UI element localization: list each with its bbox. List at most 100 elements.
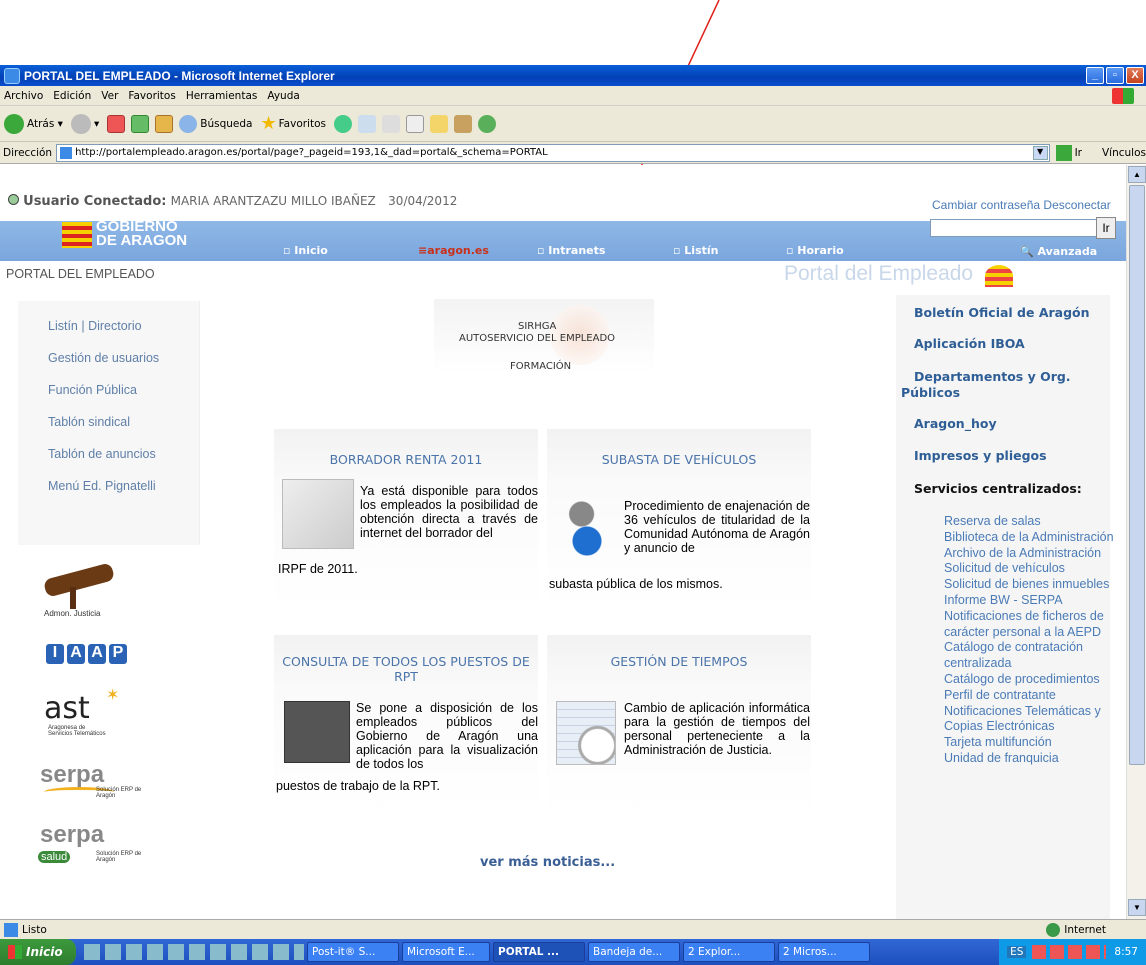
ast-logo[interactable]: ast ✶ Aragonesa de Servicios Telemáticos	[44, 685, 144, 745]
system-tray: ES 8:57	[999, 939, 1146, 965]
nav-inicio[interactable]: ▫ Inicio	[283, 244, 328, 257]
justicia-logo[interactable]: Admon. Justicia	[30, 562, 140, 623]
more-news-link[interactable]: ver más noticias...	[480, 855, 615, 870]
menu-edicion[interactable]: Edición	[53, 90, 91, 102]
favorites-button[interactable]: ★ Favoritos	[260, 113, 326, 134]
left-link-tablon-anuncios[interactable]: Tablón de anuncios	[48, 447, 156, 461]
service-biblioteca[interactable]: Biblioteca de la Administración	[944, 530, 1114, 546]
right-link-boletin[interactable]: Boletín Oficial de Aragón	[914, 305, 1090, 320]
news-title-rpt[interactable]: CONSULTA DE TODOS LOS PUESTOS DE RPT	[274, 654, 538, 684]
nav-listin[interactable]: ▫ Listín	[673, 244, 718, 257]
messenger-icon[interactable]	[478, 114, 496, 133]
formacion-link[interactable]: FORMACIÓN	[510, 361, 571, 372]
service-notificaciones-aepd[interactable]: Notificaciones de ficheros de carácter p…	[944, 609, 1114, 641]
history-icon[interactable]	[334, 114, 352, 133]
right-link-departamentos-cont[interactable]: Públicos	[901, 385, 960, 400]
globe-icon	[1046, 922, 1061, 937]
left-link-listin[interactable]: Listín | Directorio	[48, 319, 142, 333]
nav-intranets[interactable]: ▫ Intranets	[537, 244, 605, 257]
service-notificaciones-telematicas[interactable]: Notificaciones Telemáticas y Copias Elec…	[944, 704, 1114, 736]
serpa-logo[interactable]: serpa Solución ERP de Aragón	[36, 761, 156, 809]
language-indicator[interactable]: ES	[1007, 946, 1027, 958]
service-tarjeta-multifuncion[interactable]: Tarjeta multifunción	[944, 735, 1114, 751]
task-explorer[interactable]: 2 Explor...	[683, 942, 775, 962]
print-icon[interactable]	[382, 114, 400, 133]
menu-bar: Archivo Edición Ver Favoritos Herramient…	[0, 86, 1146, 106]
close-button[interactable]: X	[1126, 67, 1144, 84]
tray-icons[interactable]	[1032, 945, 1107, 959]
right-link-iboa[interactable]: Aplicación IBOA	[914, 336, 1025, 351]
address-dropdown-icon[interactable]: ▼	[1032, 145, 1048, 160]
iaap-logo[interactable]: I A A P	[46, 644, 127, 664]
start-button[interactable]: Inicio	[0, 939, 76, 965]
left-link-funcion-publica[interactable]: Función Pública	[48, 383, 137, 397]
news-title-tiempos[interactable]: GESTIÓN DE TIEMPOS	[547, 654, 811, 669]
search-input[interactable]	[930, 219, 1106, 237]
user-label: Usuario Conectado:	[23, 194, 167, 209]
right-link-departamentos[interactable]: Departamentos y Org.	[914, 369, 1071, 384]
mail-icon[interactable]	[358, 114, 376, 133]
sirhga-link[interactable]: SIRHGA	[518, 321, 556, 332]
scroll-up-icon[interactable]: ▲	[1128, 166, 1146, 183]
portal-watermark: Portal del Empleado	[784, 262, 974, 285]
scroll-down-icon[interactable]: ▼	[1128, 899, 1146, 916]
folder-icon[interactable]	[430, 114, 448, 133]
task-word[interactable]: 2 Micros...	[778, 942, 870, 962]
refresh-icon[interactable]	[131, 114, 150, 133]
account-links: Cambiar contraseña Desconectar	[932, 198, 1111, 212]
left-link-tablon-sindical[interactable]: Tablón sindical	[48, 415, 130, 429]
aragon-flag-icon	[985, 265, 1013, 287]
home-icon[interactable]	[155, 114, 174, 133]
task-postit[interactable]: Post-it® S...	[307, 942, 399, 962]
back-button[interactable]: Atrás ▾	[4, 113, 63, 134]
news-title-subasta[interactable]: SUBASTA DE VEHÍCULOS	[547, 452, 811, 467]
service-catalogo-procedimientos[interactable]: Catálogo de procedimientos	[944, 672, 1114, 688]
maximize-button[interactable]: ▫	[1106, 67, 1124, 84]
status-dot-icon	[8, 194, 19, 205]
puzzle-icon	[284, 701, 350, 763]
menu-ayuda[interactable]: Ayuda	[267, 90, 299, 102]
service-perfil-contratante[interactable]: Perfil de contratante	[944, 688, 1114, 704]
menu-ver[interactable]: Ver	[101, 90, 118, 102]
menu-favoritos[interactable]: Favoritos	[128, 90, 175, 102]
logout-link[interactable]: Desconectar	[1043, 198, 1110, 212]
search-button[interactable]: Búsqueda	[179, 114, 252, 133]
menu-archivo[interactable]: Archivo	[4, 90, 43, 102]
minimize-button[interactable]: _	[1086, 67, 1104, 84]
stop-icon[interactable]	[107, 114, 126, 133]
left-link-menu-pignatelli[interactable]: Menú Ed. Pignatelli	[48, 479, 156, 493]
service-bienes-inmuebles[interactable]: Solicitud de bienes inmuebles	[944, 577, 1114, 593]
service-reserva-salas[interactable]: Reserva de salas	[944, 514, 1114, 530]
task-microsoft-excel[interactable]: Microsoft E...	[402, 942, 490, 962]
menu-herramientas[interactable]: Herramientas	[186, 90, 258, 102]
service-unidad-franquicia[interactable]: Unidad de franquicia	[944, 751, 1114, 767]
task-bandeja[interactable]: Bandeja de...	[588, 942, 680, 962]
links-label[interactable]: Vínculos	[1102, 147, 1146, 159]
forward-button[interactable]: ▾	[70, 113, 99, 134]
right-link-impresos[interactable]: Impresos y pliegos	[914, 448, 1047, 463]
change-password-link[interactable]: Cambiar contraseña	[932, 198, 1040, 212]
go-button[interactable]: Ir	[1055, 144, 1082, 161]
news-title-renta[interactable]: BORRADOR RENTA 2011	[274, 452, 538, 467]
advanced-search-link[interactable]: 🔍 Avanzada	[1020, 245, 1097, 258]
autoservicio-link[interactable]: AUTOSERVICIO DEL EMPLEADO	[459, 333, 615, 344]
left-link-usuarios[interactable]: Gestión de usuarios	[48, 351, 159, 365]
address-input[interactable]: http://portalempleado.aragon.es/portal/p…	[56, 143, 1050, 162]
service-vehiculos[interactable]: Solicitud de vehículos	[944, 561, 1114, 577]
login-date: 30/04/2012	[388, 194, 458, 208]
service-informe-bw[interactable]: Informe BW - SERPA	[944, 593, 1114, 609]
edit-icon[interactable]	[406, 114, 424, 133]
research-icon[interactable]	[454, 114, 472, 133]
toolbar: Atrás ▾ ▾ Búsqueda ★ Favoritos	[0, 106, 1146, 142]
task-portal[interactable]: PORTAL ...	[493, 942, 585, 962]
scroll-thumb[interactable]	[1129, 185, 1145, 765]
vertical-scrollbar[interactable]: ▲ ▼	[1126, 165, 1146, 919]
right-link-aragon-hoy[interactable]: Aragon_hoy	[914, 416, 997, 431]
nav-aragon[interactable]: ≡aragon.es	[418, 244, 489, 257]
service-archivo[interactable]: Archivo de la Administración	[944, 546, 1114, 562]
serpa-salud-logo[interactable]: serpa salud Solución ERP de Aragón	[36, 821, 156, 877]
quicklaunch-icons[interactable]	[84, 944, 304, 960]
service-catalogo-contratacion[interactable]: Catálogo de contratación centralizada	[944, 640, 1114, 672]
search-go-button[interactable]: Ir	[1096, 217, 1116, 239]
nav-horario[interactable]: ▫ Horario	[786, 244, 844, 257]
